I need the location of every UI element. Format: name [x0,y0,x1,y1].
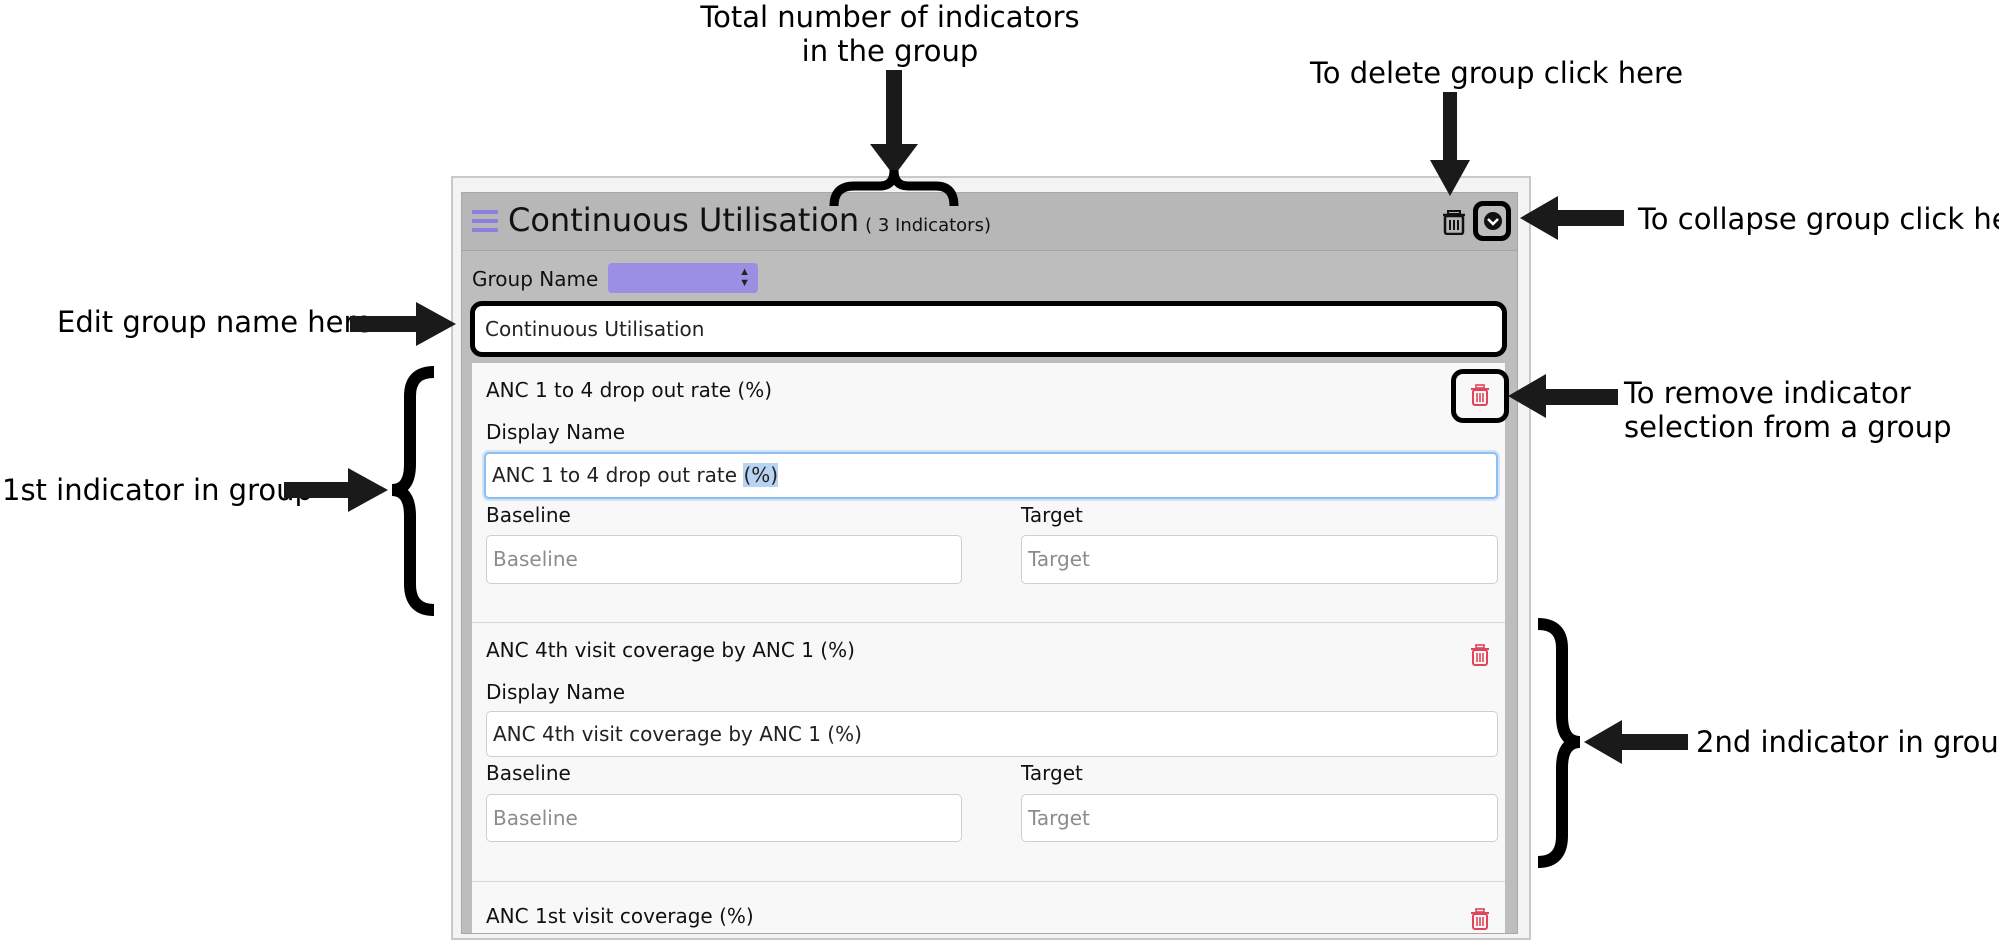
indicator-card-3: ANC 1st visit coverage (%) [472,882,1505,933]
annotation-delete-group: To delete group click here [1310,56,1684,90]
delete-group-button[interactable] [1441,209,1467,236]
display-name-selected-text: (%) [743,463,779,487]
annotation-total-count-line2: in the group [801,34,979,68]
target-input[interactable]: Target [1021,535,1498,584]
select-arrows-icon: ▲ ▼ [739,266,750,289]
group-name-label: Group Name [472,267,599,291]
target-label: Target [1021,503,1083,527]
annotation-second-indicator: 2nd indicator in group [1696,725,1999,759]
remove-indicator-button[interactable] [1470,644,1490,666]
indicator-group: Continuous Utilisation( 3 Indicators) Gr… [461,192,1518,934]
baseline-input[interactable]: Baseline [486,794,962,842]
arrow-shaft [886,70,902,144]
group-title: Continuous Utilisation( 3 Indicators) [508,201,991,239]
arrow-left-icon [1584,720,1622,764]
brace-second-indicator [1537,618,1581,868]
baseline-label: Baseline [486,761,571,785]
chevron-down-icon [1484,212,1502,230]
trash-icon [1443,210,1465,236]
remove-indicator-button[interactable] [1470,384,1490,406]
trash-icon [1471,384,1489,406]
arrow-right-icon [348,468,388,512]
target-input[interactable]: Target [1021,794,1498,842]
annotation-edit-group-name: Edit group name here [57,305,373,339]
display-name-text: ANC 1 to 4 drop out rate [492,463,744,487]
indicator-count: ( 3 Indicators) [865,215,991,236]
annotation-collapse-group: To collapse group click here [1638,202,1999,236]
trash-icon [1471,644,1489,666]
group-title-text: Continuous Utilisation [508,201,860,239]
arrow-shaft [1622,734,1688,750]
annotation-total-count: Total number of indicators in the group [690,0,1090,68]
annotation-first-indicator: 1st indicator in group [2,473,313,507]
indicator-title: ANC 1st visit coverage (%) [486,904,754,928]
display-name-label: Display Name [486,680,626,704]
group-name-select[interactable]: ▲ ▼ [608,263,758,293]
annotation-remove-indicator-line2: selection from a group [1624,410,1952,444]
brace-first-indicator [391,366,435,616]
indicator-title: ANC 1 to 4 drop out rate (%) [486,378,773,402]
baseline-input[interactable]: Baseline [486,535,962,584]
indicator-card-2: ANC 4th visit coverage by ANC 1 (%) Disp… [472,623,1505,882]
display-name-input[interactable]: ANC 1 to 4 drop out rate (%) [484,452,1498,499]
indicator-title: ANC 4th visit coverage by ANC 1 (%) [486,638,855,662]
group-header: Continuous Utilisation( 3 Indicators) [462,193,1517,251]
annotation-remove-indicator-line1: To remove indicator [1624,376,1911,410]
arrow-right-icon [416,302,456,346]
arrow-shaft [1443,92,1457,160]
arrow-shaft [1546,389,1618,405]
display-name-input[interactable]: ANC 4th visit coverage by ANC 1 (%) [486,711,1498,757]
remove-indicator-button[interactable] [1470,908,1490,930]
trash-icon [1471,908,1489,930]
target-label: Target [1021,761,1083,785]
arrow-shaft [1558,210,1624,226]
display-name-label: Display Name [486,420,626,444]
arrow-down-icon [870,144,918,176]
baseline-label: Baseline [486,503,571,527]
indicator-card-1: ANC 1 to 4 drop out rate (%) Display Nam… [472,363,1509,623]
drag-handle-icon[interactable] [472,210,498,232]
annotation-total-count-line1: Total number of indicators [700,0,1080,34]
collapse-group-button[interactable] [1473,201,1511,241]
annotation-remove-indicator: To remove indicator selection from a gro… [1624,376,1951,444]
group-name-input[interactable]: Continuous Utilisation [470,301,1507,357]
